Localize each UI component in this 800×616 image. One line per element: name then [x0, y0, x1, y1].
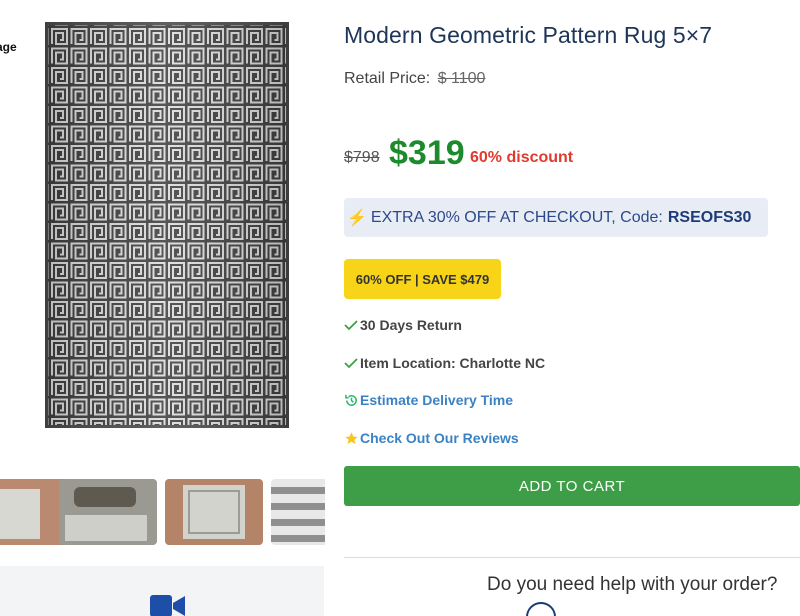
promo-code: RSEOFS30 [667, 208, 752, 226]
rug-pattern-image [45, 22, 289, 428]
retail-price-label: Retail Price: [344, 70, 431, 87]
feature-item-location: Item Location: Charlotte NC [344, 355, 545, 371]
feature-return-policy: 30 Days Return [344, 317, 462, 333]
feature-return-label: 30 Days Return [360, 317, 462, 333]
old-price: $798 [344, 149, 380, 166]
retail-price-value: $ 1100 [437, 70, 486, 87]
estimate-delivery-link[interactable]: Estimate Delivery Time [344, 392, 513, 408]
estimate-delivery-label[interactable]: Estimate Delivery Time [360, 392, 513, 408]
add-to-cart-button[interactable]: ADD TO CART [344, 466, 800, 506]
rug-thumbnail-4[interactable] [271, 479, 325, 545]
star-icon [344, 431, 360, 446]
main-product-image[interactable] [45, 22, 289, 428]
feature-location-label: Item Location: Charlotte NC [360, 355, 546, 371]
video-panel[interactable] [0, 566, 324, 616]
rug-thumbnail-2[interactable] [59, 479, 157, 545]
savings-badge: 60% OFF | SAVE $479 [344, 259, 501, 299]
check-icon [344, 357, 360, 369]
gallery-side-label: age [0, 40, 17, 54]
checkout-promo-banner: ⚡ EXTRA 30% OFF AT CHECKOUT, Code: RSEOF… [344, 198, 768, 237]
thumbnail-strip [0, 479, 325, 545]
section-divider [344, 557, 800, 558]
check-icon [344, 319, 360, 331]
clock-history-icon [344, 393, 360, 408]
video-camera-icon[interactable] [150, 593, 186, 616]
rug-thumbnail-3[interactable] [165, 479, 263, 545]
chat-support-icon[interactable] [526, 602, 556, 616]
promo-text: EXTRA 30% OFF AT CHECKOUT, Code: [370, 208, 663, 226]
product-title: Modern Geometric Pattern Rug 5×7 [344, 22, 713, 48]
sale-price: $319 [389, 134, 465, 172]
reviews-label[interactable]: Check Out Our Reviews [360, 430, 519, 446]
reviews-link[interactable]: Check Out Our Reviews [344, 430, 519, 446]
help-heading: Do you need help with your order? [487, 574, 778, 595]
lightning-bolt-icon: ⚡ [347, 209, 367, 227]
retail-price-row: Retail Price: $ 1100 [344, 70, 485, 88]
discount-text: 60% discount [470, 149, 574, 166]
